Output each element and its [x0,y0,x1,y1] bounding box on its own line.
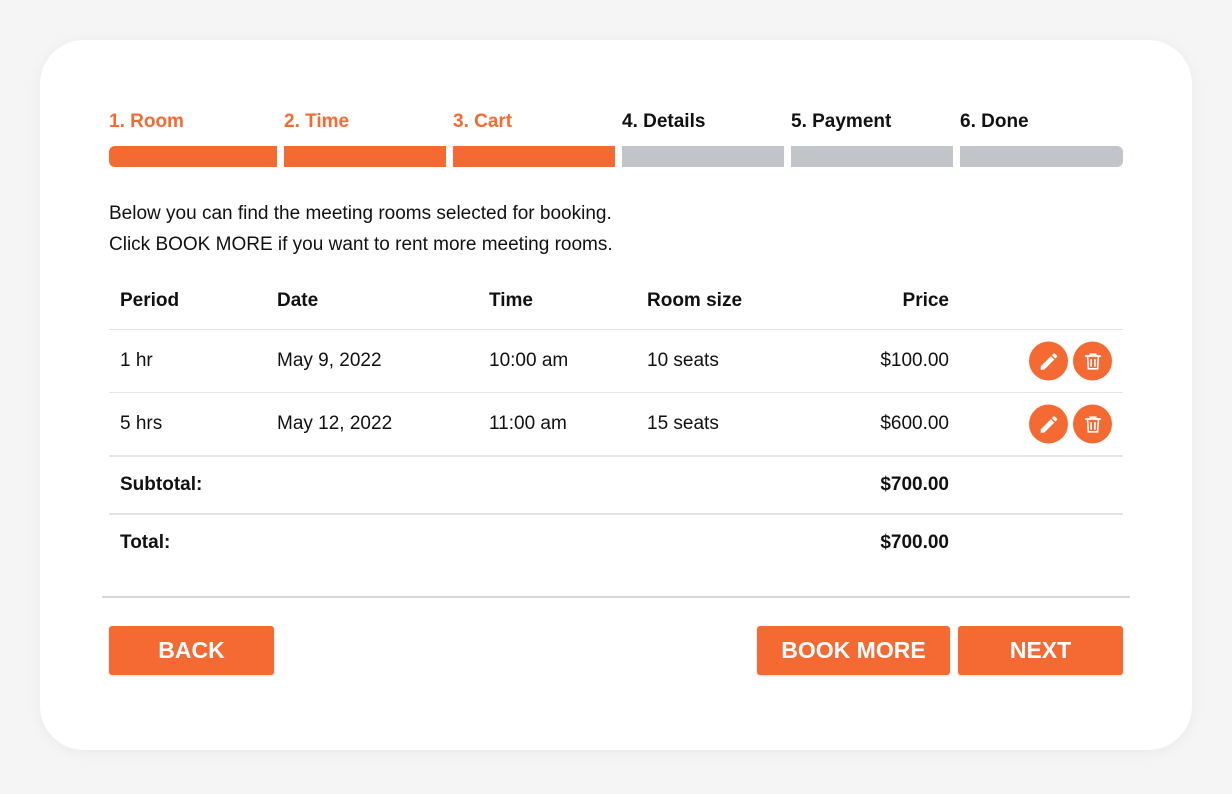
trash-icon [1084,352,1101,370]
cell-period: 1 hr [120,350,153,371]
cell-room-size: 10 seats [647,350,719,371]
intro-line-2: Click BOOK MORE if you want to rent more… [109,234,613,255]
step-details: 4. Details [622,111,784,167]
step-label: 5. Payment [791,111,892,132]
row-actions [1029,404,1112,444]
trash-icon [1084,415,1101,433]
step-label: 6. Done [960,111,1029,132]
header-period: Period [120,290,180,311]
table-row: 1 hr May 9, 2022 10:00 am 10 seats $100.… [109,330,1123,393]
header-time: Time [489,290,534,311]
step-time[interactable]: 2. Time [284,111,446,167]
total-label: Total: [120,532,171,553]
cell-price: $100.00 [880,350,949,371]
delete-button[interactable] [1073,341,1112,381]
cell-price: $600.00 [880,413,949,434]
step-room[interactable]: 1. Room [109,111,277,167]
step-bar [960,146,1123,167]
intro-text: Below you can find the meeting rooms sel… [109,198,613,260]
table-header: Period Date Time Room size Price [109,270,1123,330]
step-label: 2. Time [284,111,350,132]
cell-period: 5 hrs [120,413,163,434]
step-cart[interactable]: 3. Cart [453,111,615,167]
next-button[interactable]: NEXT [958,626,1123,675]
edit-button[interactable] [1029,341,1068,381]
total-value: $700.00 [880,532,949,553]
step-bar [284,146,446,167]
row-actions [1029,341,1112,381]
header-room-size: Room size [647,290,743,311]
pencil-icon [1040,415,1057,433]
cell-time: 10:00 am [489,350,569,371]
back-button[interactable]: BACK [109,626,274,675]
book-more-button[interactable]: BOOK MORE [757,626,950,675]
pencil-icon [1040,352,1057,370]
subtotal-row: Subtotal: $700.00 [109,457,1123,515]
step-bar [791,146,953,167]
intro-line-1: Below you can find the meeting rooms sel… [109,203,612,224]
step-label: 1. Room [109,111,184,132]
cell-date: May 9, 2022 [277,350,382,371]
step-bar [109,146,277,167]
cell-date: May 12, 2022 [277,413,393,434]
step-done: 6. Done [960,111,1123,167]
delete-button[interactable] [1073,404,1112,444]
cell-room-size: 15 seats [647,413,719,434]
edit-button[interactable] [1029,404,1068,444]
cell-time: 11:00 am [489,413,567,434]
step-label: 3. Cart [453,111,513,132]
subtotal-value: $700.00 [880,474,949,495]
header-price: Price [902,290,949,311]
step-bar [453,146,615,167]
step-payment: 5. Payment [791,111,953,167]
step-bar [622,146,784,167]
subtotal-label: Subtotal: [120,474,203,495]
header-date: Date [277,290,319,311]
footer-divider [102,596,1130,598]
step-label: 4. Details [622,111,706,132]
progress-steps: 1. Room 2. Time 3. Cart 4. Details 5. Pa… [109,111,1123,167]
cart-table: Period Date Time Room size Price 1 hr Ma… [109,270,1123,571]
table-row: 5 hrs May 12, 2022 11:00 am 15 seats $60… [109,393,1123,457]
total-row: Total: $700.00 [109,515,1123,571]
